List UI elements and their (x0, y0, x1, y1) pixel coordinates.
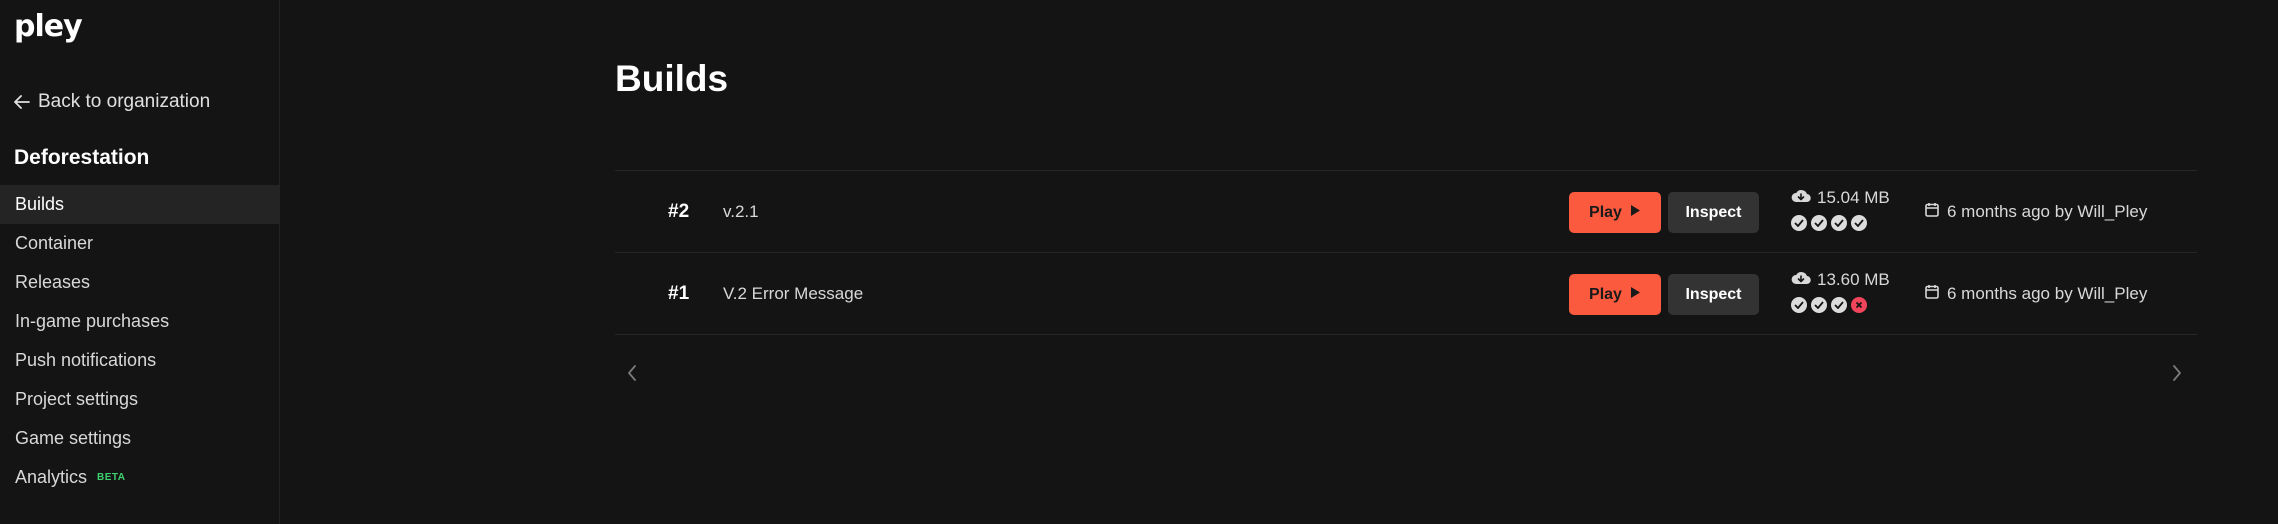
build-meta-text: 6 months ago by Will_Pley (1947, 284, 2148, 303)
check-pass-icon (1811, 215, 1827, 231)
check-pass-icon (1791, 215, 1807, 231)
check-pass-icon (1791, 297, 1807, 313)
project-title: Deforestation (14, 146, 150, 169)
build-number: #2 (668, 201, 690, 222)
check-fail-icon (1851, 297, 1867, 313)
play-button[interactable]: Play (1569, 192, 1661, 233)
build-status-checks (1791, 215, 1867, 231)
sidebar-item-label: Analytics (15, 467, 88, 487)
check-pass-icon (1811, 297, 1827, 313)
sidebar-item-label: Project settings (15, 389, 139, 409)
build-name: V.2 Error Message (723, 284, 864, 303)
sidebar-item-label: Builds (15, 194, 65, 214)
sidebar-item-project-settings[interactable]: Project settings (0, 380, 280, 419)
inspect-button[interactable]: Inspect (1668, 274, 1759, 315)
build-size-value: 13.60 MB (1817, 270, 1890, 289)
sidebar-nav: Builds Container Releases In-game purcha… (0, 185, 280, 497)
sidebar-item-builds[interactable]: Builds (0, 185, 280, 224)
sidebar-item-analytics[interactable]: Analytics BETA (0, 458, 280, 497)
sidebar-item-in-game-purchases[interactable]: In-game purchases (0, 302, 280, 341)
sidebar-item-label: Container (15, 233, 94, 253)
calendar-icon (1925, 201, 1939, 223)
build-row: #1 V.2 Error Message Play Inspect 13.60 … (615, 253, 2197, 335)
check-pass-icon (1831, 215, 1847, 231)
cloud-download-icon (1791, 269, 1811, 291)
inspect-button-label: Inspect (1685, 285, 1742, 303)
next-page-chevron-right-icon[interactable] (2172, 365, 2182, 386)
calendar-icon (1925, 283, 1939, 305)
build-size: 15.04 MB (1791, 187, 1890, 209)
cloud-download-icon (1791, 187, 1811, 209)
play-icon (1630, 286, 1641, 304)
check-pass-icon (1831, 297, 1847, 313)
pley-logo[interactable]: pley (14, 10, 83, 44)
builds-table: #2 v.2.1 Play Inspect 15.04 MB 6 months … (615, 170, 2197, 335)
build-meta: 6 months ago by Will_Pley (1925, 283, 2147, 305)
inspect-button[interactable]: Inspect (1668, 192, 1759, 233)
build-size-value: 15.04 MB (1817, 188, 1890, 207)
sidebar-item-label: Releases (15, 272, 91, 292)
sidebar-item-releases[interactable]: Releases (0, 263, 280, 302)
play-button-label: Play (1589, 203, 1622, 221)
build-size: 13.60 MB (1791, 269, 1890, 291)
play-icon (1630, 204, 1641, 222)
check-pass-icon (1851, 215, 1867, 231)
build-meta-text: 6 months ago by Will_Pley (1947, 202, 2148, 221)
sidebar-item-label: In-game purchases (15, 311, 170, 331)
play-button[interactable]: Play (1569, 274, 1661, 315)
back-to-organization-link[interactable]: Back to organization (14, 90, 210, 114)
build-status-checks (1791, 297, 1867, 313)
sidebar-item-game-settings[interactable]: Game settings (0, 419, 280, 458)
sidebar-item-container[interactable]: Container (0, 224, 280, 263)
build-name: v.2.1 (723, 202, 759, 221)
sidebar-item-label: Push notifications (15, 350, 157, 370)
play-button-label: Play (1589, 285, 1622, 303)
back-link-label: Back to organization (38, 91, 211, 112)
beta-badge: BETA (97, 472, 126, 483)
prev-page-chevron-left-icon[interactable] (627, 365, 637, 386)
sidebar-item-push-notifications[interactable]: Push notifications (0, 341, 280, 380)
arrow-left-icon (14, 95, 30, 109)
sidebar: pley Back to organization Deforestation … (0, 0, 280, 524)
build-meta: 6 months ago by Will_Pley (1925, 201, 2147, 223)
sidebar-item-label: Game settings (15, 428, 132, 448)
build-row: #2 v.2.1 Play Inspect 15.04 MB 6 months … (615, 171, 2197, 253)
build-number: #1 (668, 283, 690, 304)
inspect-button-label: Inspect (1685, 203, 1742, 221)
page-title: Builds (615, 58, 729, 99)
